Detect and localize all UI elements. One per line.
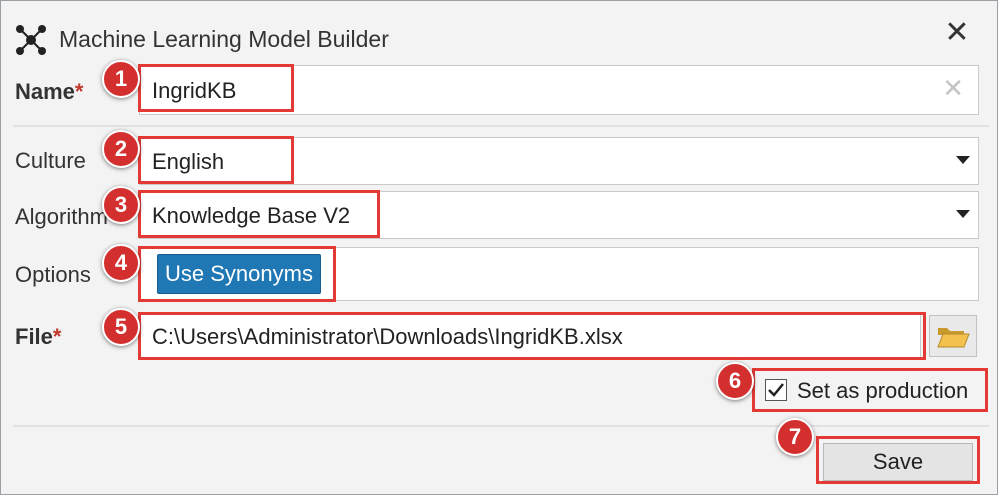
options-label: Options [15,262,91,287]
algorithm-label: Algorithm [15,204,108,229]
callout-badge-7: 7 [776,418,814,456]
divider [13,125,989,127]
highlight-save [816,436,980,484]
dialog-title: Machine Learning Model Builder [59,26,389,52]
browse-button[interactable] [929,315,977,357]
callout-badge-5: 5 [102,308,140,346]
file-label: File* [15,324,62,349]
highlight-options [138,246,336,302]
highlight-file [138,312,926,360]
highlight-culture [138,136,294,184]
callout-badge-4: 4 [102,244,140,282]
required-marker: * [52,324,62,349]
callout-badge-6: 6 [716,362,754,400]
clear-icon[interactable]: ✕ [942,74,964,102]
network-nodes-icon [16,25,46,55]
required-marker: * [74,79,84,104]
highlight-name [138,64,294,112]
chevron-down-icon [956,210,970,218]
highlight-algorithm [138,190,380,238]
callout-badge-1: 1 [102,60,140,98]
highlight-production [752,368,988,412]
divider [13,425,989,427]
culture-label: Culture [15,148,86,173]
chevron-down-icon [956,156,970,164]
callout-badge-2: 2 [102,130,140,168]
name-label: Name* [15,79,84,104]
folder-icon [937,328,970,348]
callout-badge-3: 3 [102,186,140,224]
close-icon[interactable]: ✕ [943,18,971,48]
